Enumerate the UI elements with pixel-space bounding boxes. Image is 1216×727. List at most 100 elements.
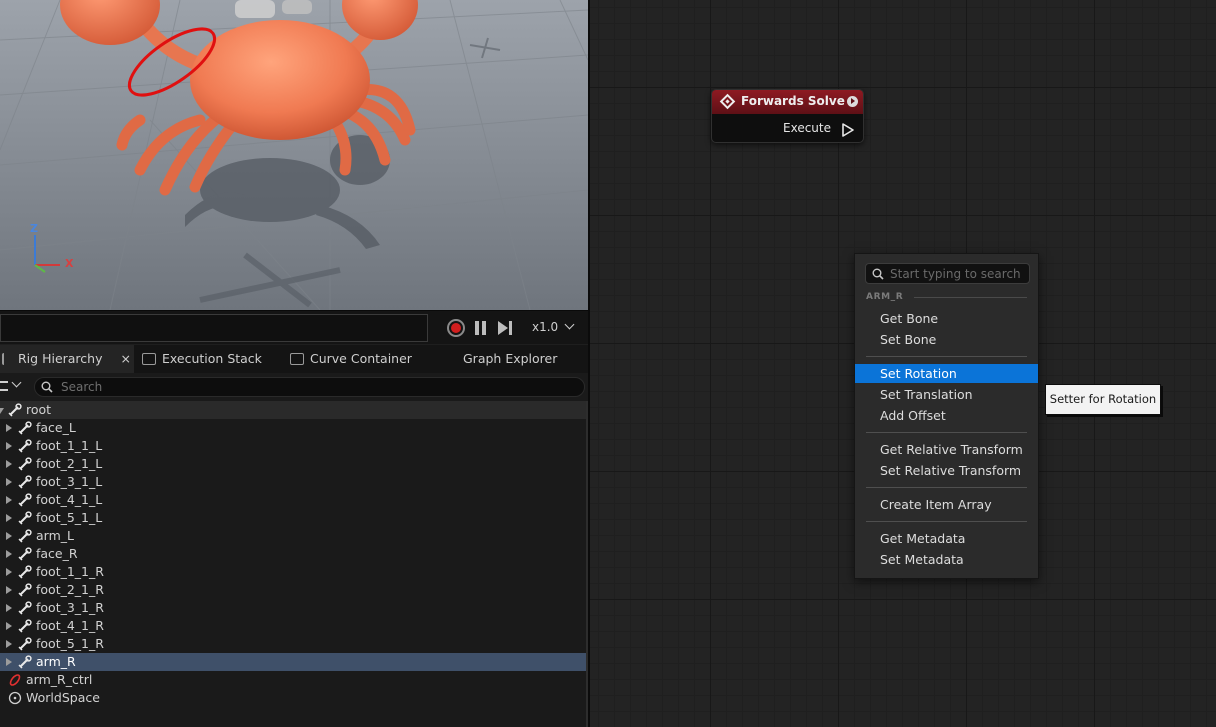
tree-row-arm-r-ctrl[interactable]: arm_R_ctrl xyxy=(0,671,586,689)
tab-label: Execution Stack xyxy=(162,351,262,366)
record-button[interactable] xyxy=(447,319,465,337)
bone-icon xyxy=(18,457,32,471)
null-icon xyxy=(8,691,22,705)
menu-item-set-metadata[interactable]: Set Metadata xyxy=(855,550,1038,569)
bone-icon xyxy=(18,583,32,597)
menu-item-get-metadata[interactable]: Get Metadata xyxy=(855,529,1038,548)
tree-row-arm-r[interactable]: arm_R xyxy=(0,653,586,671)
tree-row-foot-2-1-r[interactable]: foot_2_1_R xyxy=(0,581,586,599)
tree-row-label: foot_5_1_R xyxy=(36,636,104,651)
tree-row-foot-4-1-r[interactable]: foot_4_1_R xyxy=(0,617,586,635)
tree-row-worldspace[interactable]: WorldSpace xyxy=(0,689,586,707)
tab-execution-stack[interactable]: Execution Stack xyxy=(134,345,282,373)
context-search-input[interactable] xyxy=(890,266,1026,281)
close-icon[interactable]: × xyxy=(121,351,131,366)
tree-row-foot-5-1-l[interactable]: foot_5_1_L xyxy=(0,509,586,527)
curve-icon xyxy=(290,353,304,365)
tree-row-foot-3-1-r[interactable]: foot_3_1_R xyxy=(0,599,586,617)
menu-item-set-translation[interactable]: Set Translation xyxy=(855,385,1038,404)
menu-section-header: ARM_R xyxy=(866,292,904,302)
expand-arrow-icon[interactable] xyxy=(6,442,12,450)
expand-arrow-icon[interactable] xyxy=(6,514,12,522)
expand-arrow-icon[interactable] xyxy=(6,460,12,468)
search-icon xyxy=(872,268,884,280)
tree-row-label: arm_L xyxy=(36,528,74,543)
tab-graph-explorer[interactable]: Graph Explorer xyxy=(442,345,582,373)
expand-arrow-icon[interactable] xyxy=(6,640,12,648)
chevron-down-icon xyxy=(11,377,22,388)
tree-row-arm-l[interactable]: arm_L xyxy=(0,527,586,545)
bone-icon xyxy=(18,601,32,615)
viewport-scene xyxy=(0,0,588,310)
tree-row-label: foot_4_1_R xyxy=(36,618,104,633)
tree-row-foot-2-1-l[interactable]: foot_2_1_L xyxy=(0,455,586,473)
event-icon xyxy=(719,93,736,110)
expand-arrow-icon[interactable] xyxy=(6,550,12,558)
bone-icon xyxy=(18,421,32,435)
tree-row-foot-4-1-l[interactable]: foot_4_1_L xyxy=(0,491,586,509)
pause-button[interactable] xyxy=(472,319,490,337)
collapse-arrow-icon[interactable] xyxy=(0,408,4,414)
node-header[interactable]: Forwards Solve xyxy=(712,90,863,114)
expand-arrow-icon[interactable] xyxy=(6,568,12,576)
tree-row-foot-1-1-l[interactable]: foot_1_1_L xyxy=(0,437,586,455)
menu-item-set-bone[interactable]: Set Bone xyxy=(855,330,1038,349)
hierarchy-icon xyxy=(2,353,12,365)
expand-pin-icon[interactable] xyxy=(847,96,858,107)
menu-item-get-bone[interactable]: Get Bone xyxy=(855,309,1038,328)
menu-section-divider xyxy=(914,297,1027,298)
expand-arrow-icon[interactable] xyxy=(6,478,12,486)
expand-arrow-icon[interactable] xyxy=(6,586,12,594)
tree-row-label: foot_2_1_R xyxy=(36,582,104,597)
expand-arrow-icon[interactable] xyxy=(6,532,12,540)
expand-arrow-icon[interactable] xyxy=(6,604,12,612)
execute-pin-label: Execute xyxy=(783,121,831,135)
filter-dropdown[interactable] xyxy=(0,377,28,395)
tree-row-foot-3-1-l[interactable]: foot_3_1_L xyxy=(0,473,586,491)
expand-arrow-icon[interactable] xyxy=(6,622,12,630)
menu-divider xyxy=(866,487,1027,488)
menu-divider xyxy=(866,432,1027,433)
filter-icon xyxy=(0,381,8,391)
hierarchy-search-input[interactable] xyxy=(61,379,561,395)
tab-label: Graph Explorer xyxy=(463,351,558,366)
tree-row-label: foot_3_1_R xyxy=(36,600,104,615)
viewport[interactable]: Z X xyxy=(0,0,588,310)
playback-speed-value: x1.0 xyxy=(532,320,559,334)
expand-arrow-icon[interactable] xyxy=(6,424,12,432)
context-search-box xyxy=(865,263,1030,284)
tree-row-foot-5-1-r[interactable]: foot_5_1_R xyxy=(0,635,586,653)
expand-arrow-icon[interactable] xyxy=(6,658,12,666)
control-rig-editor: Z X x1.0 Rig Hierarchy × Execution Stack … xyxy=(0,0,1216,727)
tree-row-label: foot_1_1_R xyxy=(36,564,104,579)
bone-icon xyxy=(18,619,32,633)
menu-item-get-relative-transform[interactable]: Get Relative Transform xyxy=(855,440,1038,459)
axis-z-label: Z xyxy=(30,222,38,235)
playback-speed-dropdown[interactable]: x1.0 xyxy=(532,319,575,334)
tab-rig-hierarchy[interactable]: Rig Hierarchy × xyxy=(0,345,134,373)
menu-item-set-relative-transform[interactable]: Set Relative Transform xyxy=(855,461,1038,480)
tree-row-foot-1-1-r[interactable]: foot_1_1_R xyxy=(0,563,586,581)
axis-x-label: X xyxy=(65,257,74,270)
tree-row-root[interactable]: root xyxy=(0,401,586,419)
menu-item-create-item-array[interactable]: Create Item Array xyxy=(855,495,1038,514)
search-icon xyxy=(41,381,53,393)
tab-curve-container[interactable]: Curve Container xyxy=(282,345,442,373)
tree-row-label: arm_R_ctrl xyxy=(26,672,93,687)
execution-stack-icon xyxy=(142,353,156,365)
tree-row-face-r[interactable]: face_R xyxy=(0,545,586,563)
menu-item-set-rotation[interactable]: Set Rotation xyxy=(855,364,1038,383)
tree-row-label: face_L xyxy=(36,420,76,435)
tree-row-face-l[interactable]: face_L xyxy=(0,419,586,437)
tooltip: Setter for Rotation xyxy=(1045,384,1161,415)
timeline-track[interactable] xyxy=(0,314,428,342)
bone-icon xyxy=(18,547,32,561)
step-forward-button[interactable] xyxy=(497,319,515,337)
menu-item-add-offset[interactable]: Add Offset xyxy=(855,406,1038,425)
expand-arrow-icon[interactable] xyxy=(6,496,12,504)
tree-row-label: face_R xyxy=(36,546,78,561)
bone-icon xyxy=(18,529,32,543)
execute-pin-icon[interactable] xyxy=(841,122,855,138)
forwards-solve-node[interactable]: Forwards Solve Execute xyxy=(711,89,864,143)
tree-row-label: foot_3_1_L xyxy=(36,474,103,489)
